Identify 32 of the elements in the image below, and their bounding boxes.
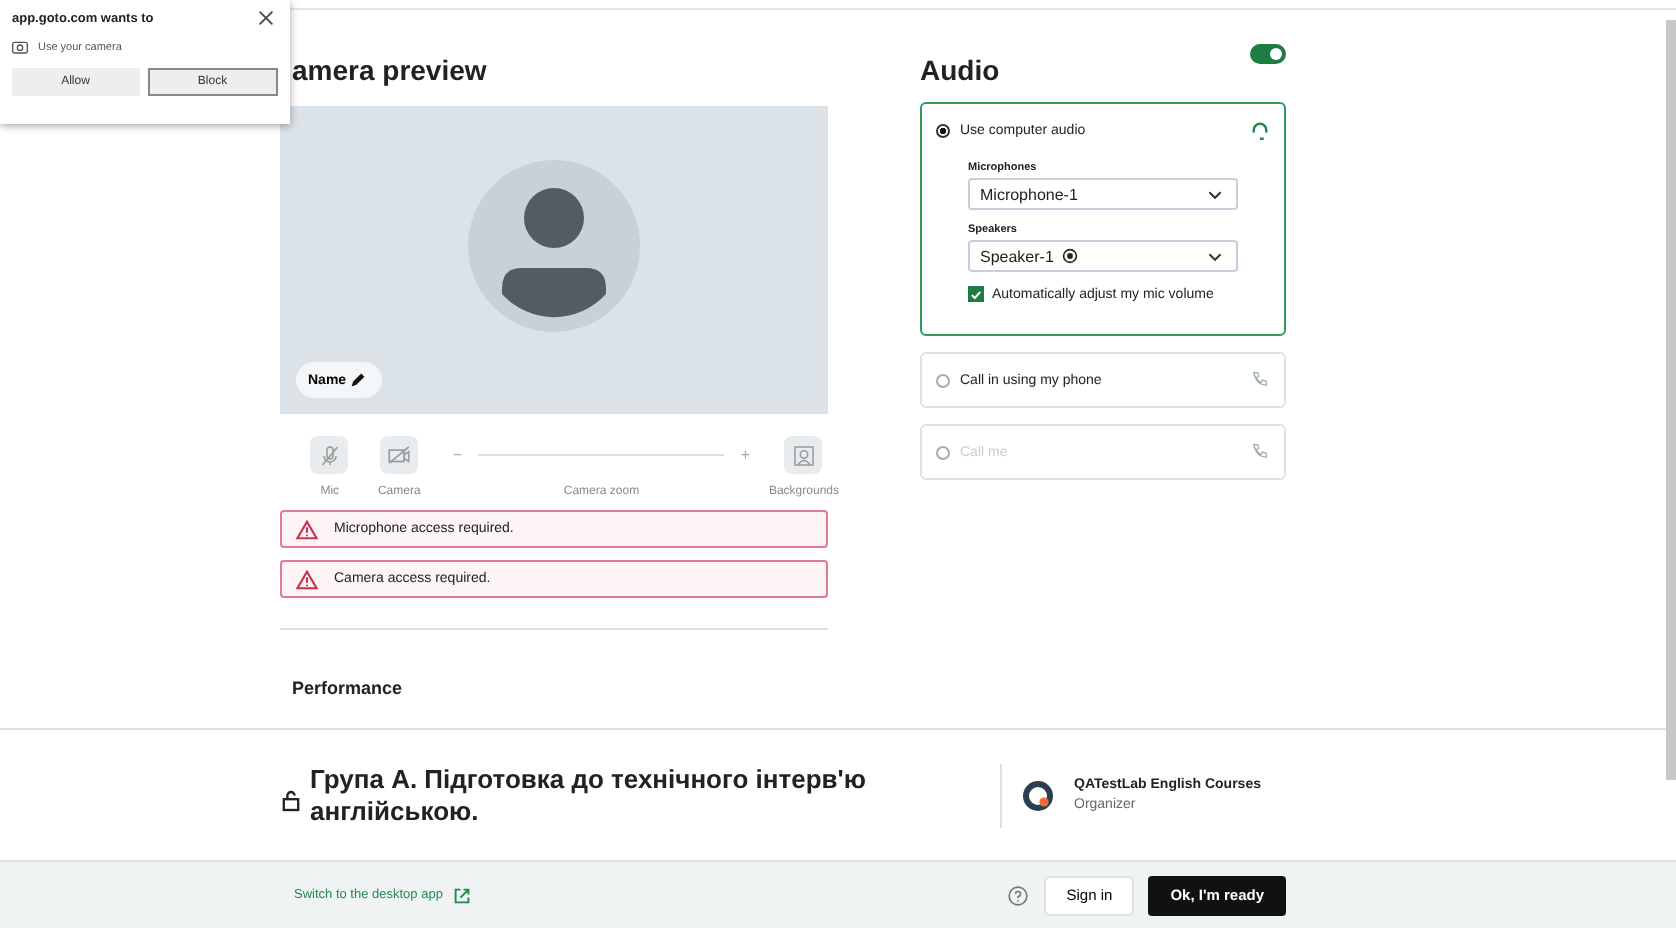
person-frame-icon bbox=[791, 443, 816, 467]
chevron-down-icon bbox=[1208, 251, 1222, 261]
backgrounds-button[interactable] bbox=[784, 436, 823, 474]
help-icon[interactable] bbox=[1008, 885, 1029, 905]
mic-button[interactable] bbox=[310, 436, 349, 474]
checkbox[interactable] bbox=[968, 286, 984, 302]
speaker-dropdown[interactable]: Speaker-1 bbox=[968, 240, 1238, 272]
section-title: Audio bbox=[920, 54, 1000, 90]
scrollbar[interactable] bbox=[1666, 20, 1676, 780]
lock-icon bbox=[282, 789, 300, 811]
close-icon[interactable] bbox=[258, 10, 274, 26]
radio-button[interactable] bbox=[936, 373, 950, 387]
camera-button[interactable] bbox=[380, 436, 419, 474]
audio-toggle[interactable] bbox=[1250, 44, 1286, 64]
phone-icon bbox=[1250, 370, 1270, 390]
avatar-icon bbox=[468, 159, 640, 331]
section-title: amera preview bbox=[290, 54, 489, 90]
target-icon bbox=[1061, 248, 1078, 264]
external-link-icon bbox=[454, 887, 471, 903]
section-heading: Performance bbox=[292, 678, 405, 698]
meeting-title: Група А. Підготовка до технічного інтерв'ю англійською. bbox=[310, 763, 868, 827]
camera-off-icon bbox=[386, 442, 413, 468]
microphone-dropdown[interactable]: Microphone-1 bbox=[968, 178, 1238, 210]
warning-icon bbox=[296, 569, 318, 589]
pencil-icon bbox=[350, 372, 366, 388]
muted-mic-icon bbox=[317, 443, 342, 467]
camera-icon bbox=[12, 40, 28, 54]
chevron-down-icon bbox=[1208, 189, 1222, 199]
radio-button[interactable] bbox=[936, 123, 950, 137]
warning-icon bbox=[296, 519, 318, 539]
organizer-logo-icon bbox=[1022, 779, 1054, 811]
phone-icon bbox=[1250, 442, 1270, 462]
